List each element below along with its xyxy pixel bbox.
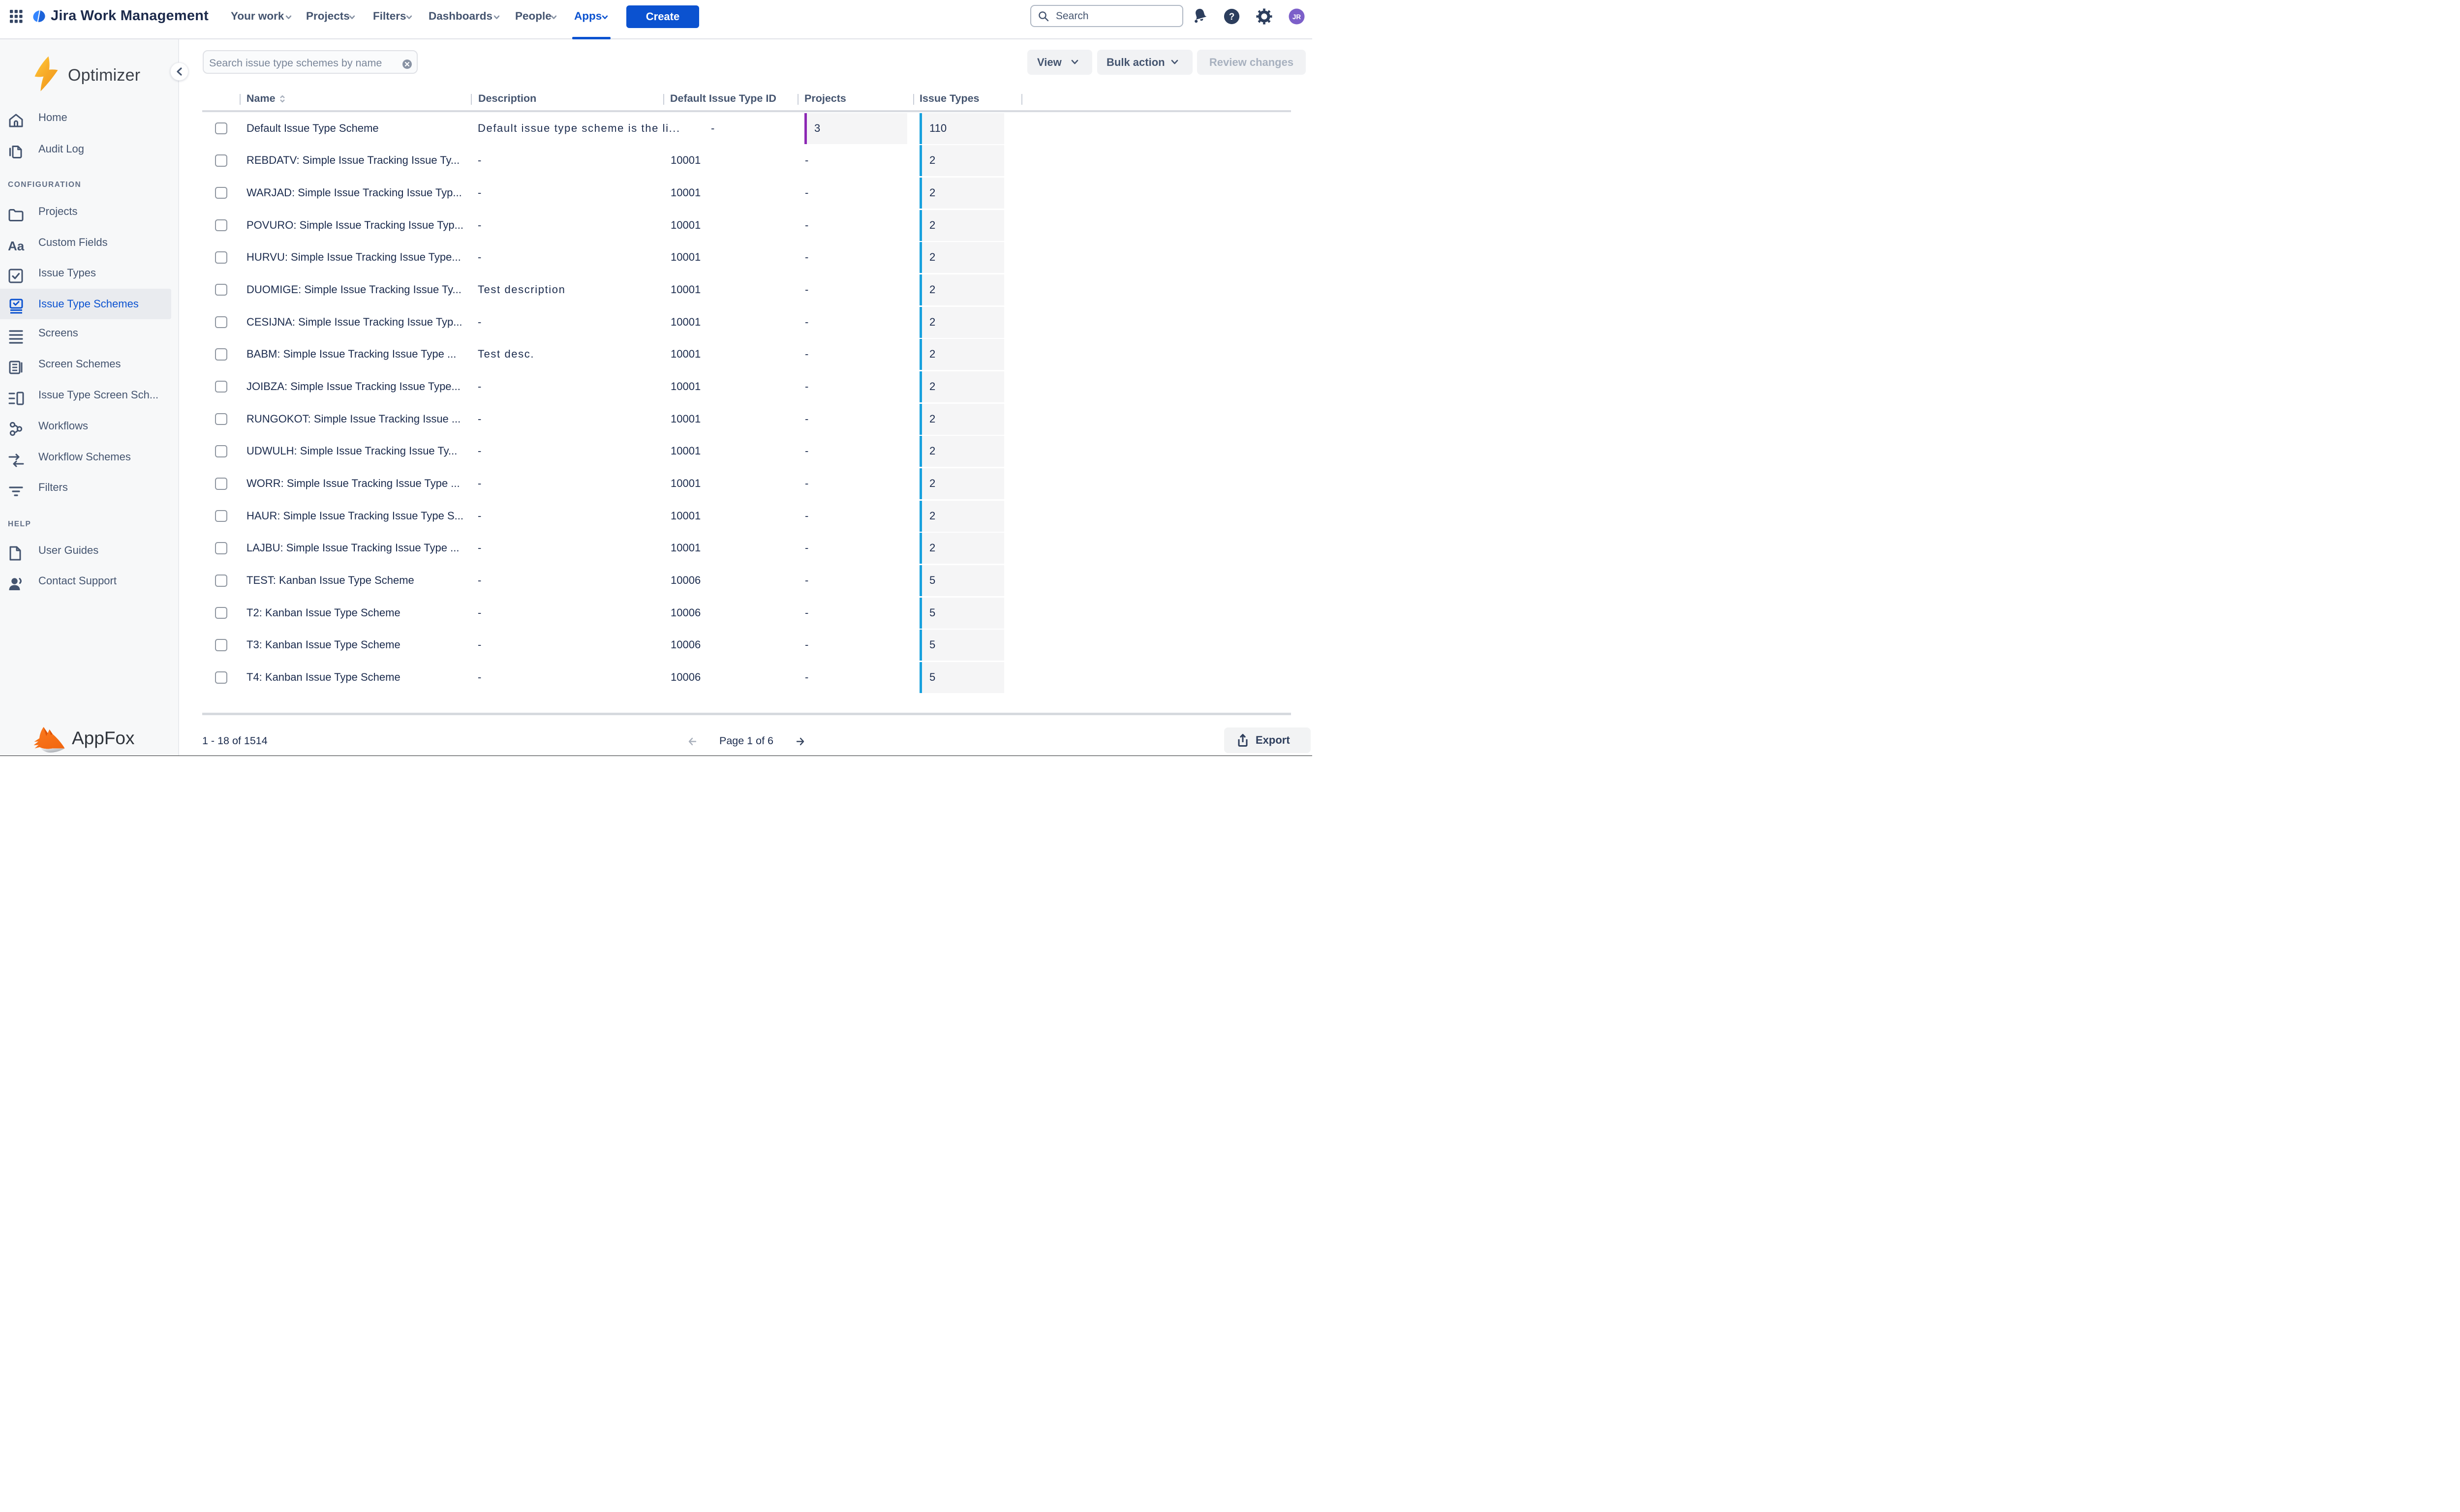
svg-text:JR: JR (1292, 13, 1301, 21)
svg-text:Aa: Aa (8, 239, 25, 253)
svg-text:?: ? (1229, 12, 1235, 22)
